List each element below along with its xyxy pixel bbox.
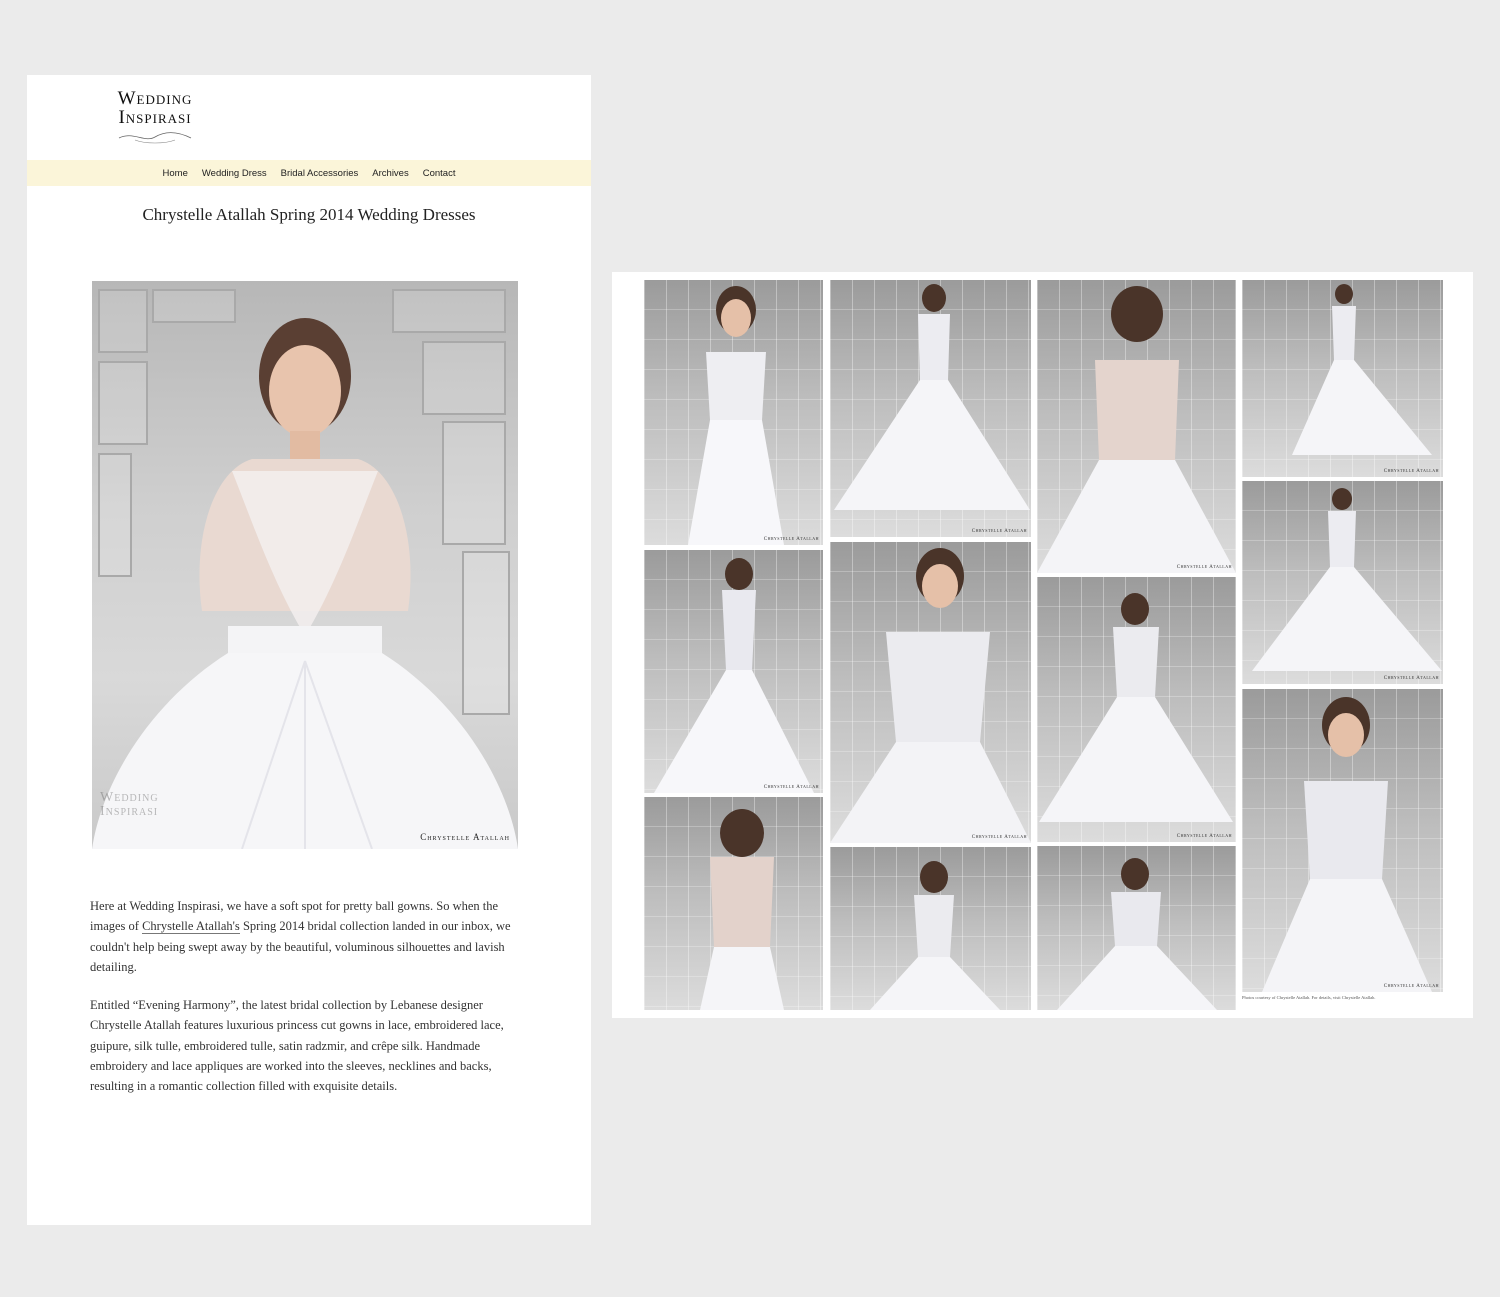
gallery-photo-3[interactable] — [644, 797, 823, 1010]
gallery-photo-12[interactable]: Chrystelle Atallah — [1242, 689, 1443, 992]
main-navigation: Home Wedding Dress Bridal Accessories Ar… — [27, 160, 591, 186]
nav-item-home[interactable]: Home — [162, 168, 189, 179]
gallery-photo-2[interactable]: Chrystelle Atallah — [644, 550, 823, 793]
gallery-photo-4[interactable]: Chrystelle Atallah — [830, 280, 1031, 537]
post-title: Chrystelle Atallah Spring 2014 Wedding D… — [142, 205, 476, 224]
nav-item-contact[interactable]: Contact — [422, 168, 457, 179]
gallery-photo-7[interactable]: Chrystelle Atallah — [1037, 280, 1236, 573]
gallery-caption: Photos courtesy of Chrystelle Atallah. F… — [1242, 995, 1376, 1000]
designer-link[interactable]: Chrystelle Atallah's — [142, 919, 240, 935]
gallery-photo-1[interactable]: Chrystelle Atallah — [644, 280, 823, 545]
gallery-photo-9[interactable] — [1037, 846, 1236, 1010]
site-logo[interactable]: Wedding Inspirasi — [95, 89, 215, 159]
post-paragraph-2: Entitled “Evening Harmony”, the latest b… — [90, 998, 504, 1094]
tile-credit: Chrystelle Atallah — [763, 537, 819, 542]
hero-image[interactable]: Wedding Inspirasi Chrystelle Atallah — [92, 281, 518, 849]
nav-item-wedding-dress[interactable]: Wedding Dress — [201, 168, 268, 179]
gallery-collage-page: Chrystelle Atallah Chrystelle Atallah Ch… — [612, 272, 1473, 1018]
hero-watermark: Wedding Inspirasi — [100, 790, 159, 819]
bride-figure-icon — [92, 318, 518, 849]
logo-line-2: Inspirasi — [118, 107, 192, 128]
gallery-photo-11[interactable]: Chrystelle Atallah — [1242, 481, 1443, 684]
nav-item-archives[interactable]: Archives — [371, 168, 409, 179]
post-paragraph-1: Here at Wedding Inspirasi, we have a sof… — [90, 899, 511, 974]
logo-flourish-icon — [118, 132, 192, 144]
gallery-photo-5[interactable]: Chrystelle Atallah — [830, 542, 1031, 843]
nav-item-bridal-accessories[interactable]: Bridal Accessories — [280, 168, 360, 179]
blog-post-page: Wedding Inspirasi Home Wedding Dress Bri… — [27, 75, 591, 1225]
gallery-photo-10[interactable]: Chrystelle Atallah — [1242, 280, 1443, 477]
logo-line-1: Wedding — [117, 88, 193, 109]
gallery-photo-6[interactable] — [830, 847, 1031, 1010]
hero-photo-credit: Chrystelle Atallah — [420, 832, 510, 842]
gallery-photo-8[interactable]: Chrystelle Atallah — [1037, 577, 1236, 842]
